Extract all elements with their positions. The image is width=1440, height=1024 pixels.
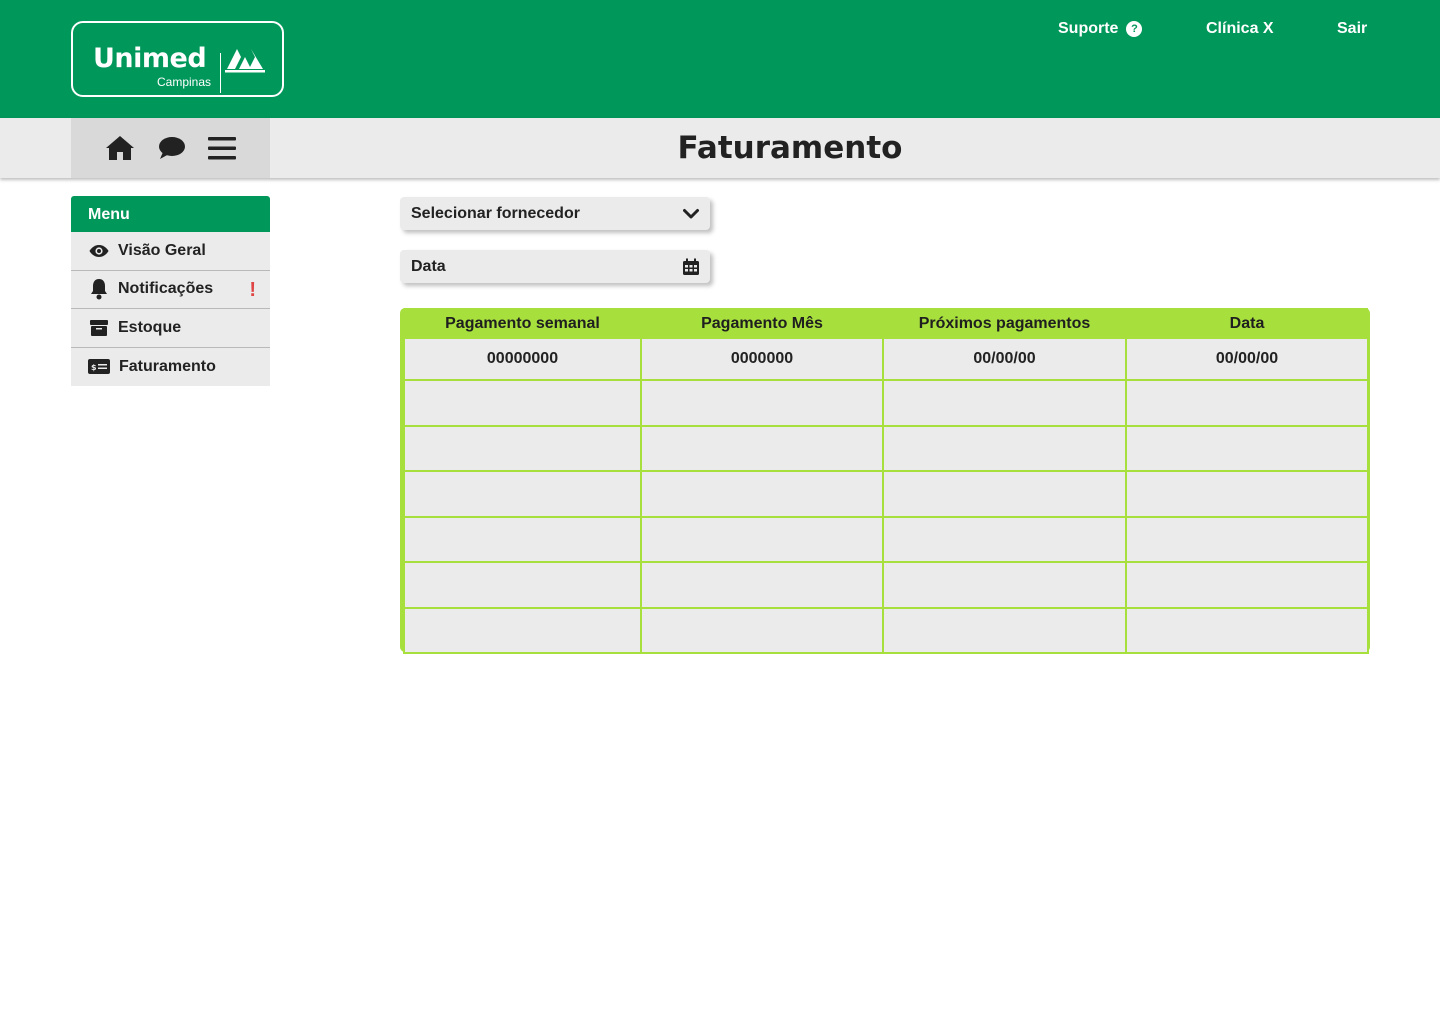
table-cell: 00000000 (403, 337, 642, 381)
sidebar-item-label: Estoque (118, 318, 182, 336)
table-cell (403, 379, 642, 427)
table-cell (1125, 379, 1369, 427)
table-cell (640, 606, 884, 654)
sidebar-item-faturamento[interactable]: $ Faturamento (71, 347, 270, 386)
sidebar-item-label: Notificações (118, 280, 214, 298)
table-row (403, 379, 1369, 427)
supplier-select[interactable]: Selecionar fornecedor (400, 197, 710, 230)
table-cell (640, 379, 884, 427)
table-cell (882, 379, 1127, 427)
table-cell (640, 515, 884, 563)
payments-table: Pagamento semanal Pagamento Mês Próximos… (400, 308, 1370, 654)
home-icon (106, 136, 134, 160)
table-cell (640, 561, 884, 609)
table-cell (1125, 515, 1369, 563)
logout-label: Sair (1337, 20, 1368, 37)
hamburger-menu-icon (208, 137, 236, 160)
notification-alert-icon: ! (249, 278, 256, 301)
svg-text:$: $ (91, 363, 97, 372)
eye-icon (88, 241, 110, 261)
table-cell (403, 424, 642, 472)
page-title: Faturamento (677, 130, 903, 166)
sidebar-item-notificacoes[interactable]: Notificações ! (71, 270, 270, 309)
table-cell (882, 515, 1127, 563)
table-cell (882, 470, 1127, 518)
table-cell (403, 470, 642, 518)
table-cell: 00/00/00 (1125, 337, 1369, 381)
sidebar-item-label: Visão Geral (118, 241, 206, 259)
logo-subtitle: Campinas (157, 75, 212, 89)
quick-icons-bar (71, 118, 270, 178)
unimed-logo[interactable]: Unimed Campinas (71, 21, 284, 97)
supplier-select-label: Selecionar fornecedor (411, 204, 580, 222)
sidebar-title: Menu (71, 196, 270, 232)
sidebar-menu: Menu Visão Geral Notificações ! Estoque … (71, 196, 270, 386)
table-row (403, 424, 1369, 472)
chat-button[interactable] (155, 133, 189, 163)
table-cell (403, 606, 642, 654)
chat-icon (159, 137, 185, 159)
title-bar: Faturamento (0, 118, 1440, 178)
column-header[interactable]: Data (1126, 308, 1368, 338)
table-cell (1125, 424, 1369, 472)
table-cell (1125, 470, 1369, 518)
clinic-link[interactable]: Clínica X (1206, 19, 1274, 39)
date-field[interactable]: Data (400, 250, 710, 283)
table-cell (403, 515, 642, 563)
table-row (403, 515, 1369, 563)
sidebar-item-label: Faturamento (119, 357, 216, 375)
support-label: Suporte (1058, 20, 1119, 37)
payments-table-grid: Pagamento semanal Pagamento Mês Próximos… (403, 308, 1369, 654)
date-field-label: Data (411, 257, 446, 275)
table-row (403, 561, 1369, 609)
table-cell (882, 424, 1127, 472)
column-header[interactable]: Próximos pagamentos (883, 308, 1126, 338)
chevron-down-icon (682, 205, 700, 223)
table-cell: 00/00/00 (882, 337, 1127, 381)
table-row (403, 470, 1369, 518)
unimed-tree-icon (225, 49, 265, 73)
sidebar-item-estoque[interactable]: Estoque (71, 309, 270, 348)
calendar-icon (682, 258, 700, 276)
table-row (403, 606, 1369, 654)
table-cell (403, 561, 642, 609)
billing-card-icon: $ (88, 357, 110, 377)
logo-wordmark: Unimed (93, 43, 207, 74)
table-header-row: Pagamento semanal Pagamento Mês Próximos… (404, 308, 1368, 338)
table-cell: 0000000 (640, 337, 884, 381)
bell-icon (88, 279, 110, 300)
app-header: Unimed Campinas Suporte ? Clínica X Sair (0, 0, 1440, 118)
table-row: 00000000 0000000 00/00/00 00/00/00 (403, 337, 1369, 381)
column-header[interactable]: Pagamento semanal (404, 308, 641, 338)
sidebar-item-visao-geral[interactable]: Visão Geral (71, 232, 270, 271)
logout-link[interactable]: Sair (1337, 19, 1367, 39)
table-cell (1125, 606, 1369, 654)
column-header[interactable]: Pagamento Mês (641, 308, 883, 338)
help-circle-icon: ? (1126, 21, 1143, 37)
support-link[interactable]: Suporte ? (1058, 19, 1143, 39)
menu-toggle-button[interactable] (205, 133, 239, 163)
table-cell (882, 606, 1127, 654)
home-button[interactable] (103, 133, 137, 163)
table-cell (640, 470, 884, 518)
table-cell (1125, 561, 1369, 609)
logo-divider (220, 53, 221, 93)
box-icon (88, 318, 110, 338)
table-cell (882, 561, 1127, 609)
clinic-label: Clínica X (1206, 20, 1274, 37)
table-cell (640, 424, 884, 472)
